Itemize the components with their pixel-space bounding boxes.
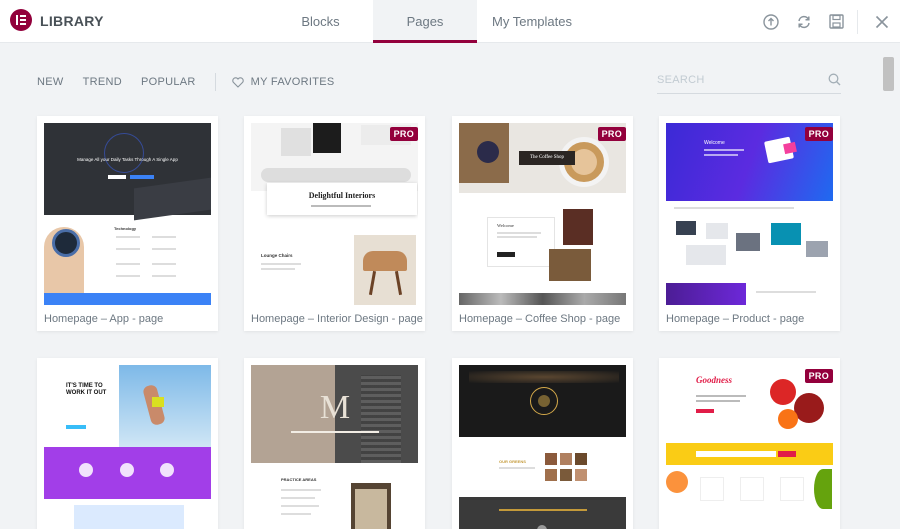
my-favorites-filter[interactable]: MY FAVORITES [231,76,335,88]
template-thumbnail: Goodness [666,365,833,529]
template-card[interactable]: Delightful Interiors Lounge Chairs PRO H… [244,116,425,331]
template-name: Homepage – Coffee Shop - page [459,313,621,325]
template-section-text: OUR GREENS [499,459,526,464]
template-name: Homepage – Interior Design - page [251,313,423,325]
template-card[interactable]: Manage All your Daily Tasks Through A Si… [37,116,218,331]
template-thumbnail: IT'S TIME TO WORK IT OUT [44,365,211,529]
filter-popular[interactable]: POPULAR [141,76,196,88]
search-box [657,68,841,94]
elementor-logo-icon [10,9,32,31]
save-icon[interactable] [820,0,853,43]
header-divider [857,9,858,34]
pro-badge: PRO [597,127,626,141]
template-hero-text: M [319,389,351,426]
my-favorites-label: MY FAVORITES [250,76,335,88]
sync-icon[interactable] [787,0,820,43]
scrollbar[interactable] [880,43,900,529]
scrollbar-thumb[interactable] [883,57,894,91]
template-thumbnail: The Coffee Shop Welcome [459,123,626,305]
filter-divider [214,73,216,91]
filter-trend[interactable]: TREND [83,76,122,88]
tab-pages[interactable]: Pages [373,0,477,43]
template-section-text: PRACTICE AREAS [281,477,317,482]
template-hero-text: Manage All your Daily Tasks Through A Si… [77,157,178,162]
template-thumbnail: OUR GREENS [459,365,626,529]
template-name: Homepage – App - page [44,313,164,325]
tab-blocks[interactable]: Blocks [268,0,373,43]
search-input[interactable] [657,68,817,92]
template-section-text: Technology [114,226,137,231]
template-name: Homepage – Product - page [666,313,805,325]
template-hero-text: The Coffee Shop [529,155,565,160]
template-card[interactable]: Welcome PRO Homepage – Product - page [659,116,840,331]
library-title: LIBRARY [40,13,104,29]
template-hero-text: Goodness [696,375,733,385]
template-thumbnail: Manage All your Daily Tasks Through A Si… [44,123,211,305]
pro-badge: PRO [804,127,833,141]
template-hero-text: IT'S TIME TO WORK IT OUT [66,383,107,396]
filter-bar: NEW TREND POPULAR MY FAVORITES [37,73,335,91]
template-card[interactable]: The Coffee Shop Welcome PRO Homepage – C… [452,116,633,331]
search-icon[interactable] [828,73,841,86]
template-hero-text: Delightful Interiors [308,191,376,200]
header-actions [754,0,900,43]
library-header: LIBRARY Blocks Pages My Templates [0,0,900,43]
template-thumbnail: Welcome [666,123,833,305]
template-section-text: Lounge Chairs [261,253,293,258]
library-tabs: Blocks Pages My Templates [268,0,587,43]
pro-badge: PRO [389,127,418,141]
template-card[interactable]: IT'S TIME TO WORK IT OUT [37,358,218,529]
tab-my-templates[interactable]: My Templates [477,0,587,43]
template-thumbnail: M PRACTICE AREAS [251,365,418,529]
template-card[interactable]: Goodness PRO [659,358,840,529]
library-toolbar: NEW TREND POPULAR MY FAVORITES [0,43,880,115]
heart-icon [231,76,244,88]
pro-badge: PRO [804,369,833,383]
template-hero-text: Welcome [704,140,725,146]
close-icon[interactable] [864,0,900,43]
filter-new[interactable]: NEW [37,76,64,88]
template-card[interactable]: M PRACTICE AREAS [244,358,425,529]
template-section-text: Welcome [497,223,514,228]
template-thumbnail: Delightful Interiors Lounge Chairs [251,123,418,305]
template-card[interactable]: OUR GREENS [452,358,633,529]
upload-icon[interactable] [754,0,787,43]
